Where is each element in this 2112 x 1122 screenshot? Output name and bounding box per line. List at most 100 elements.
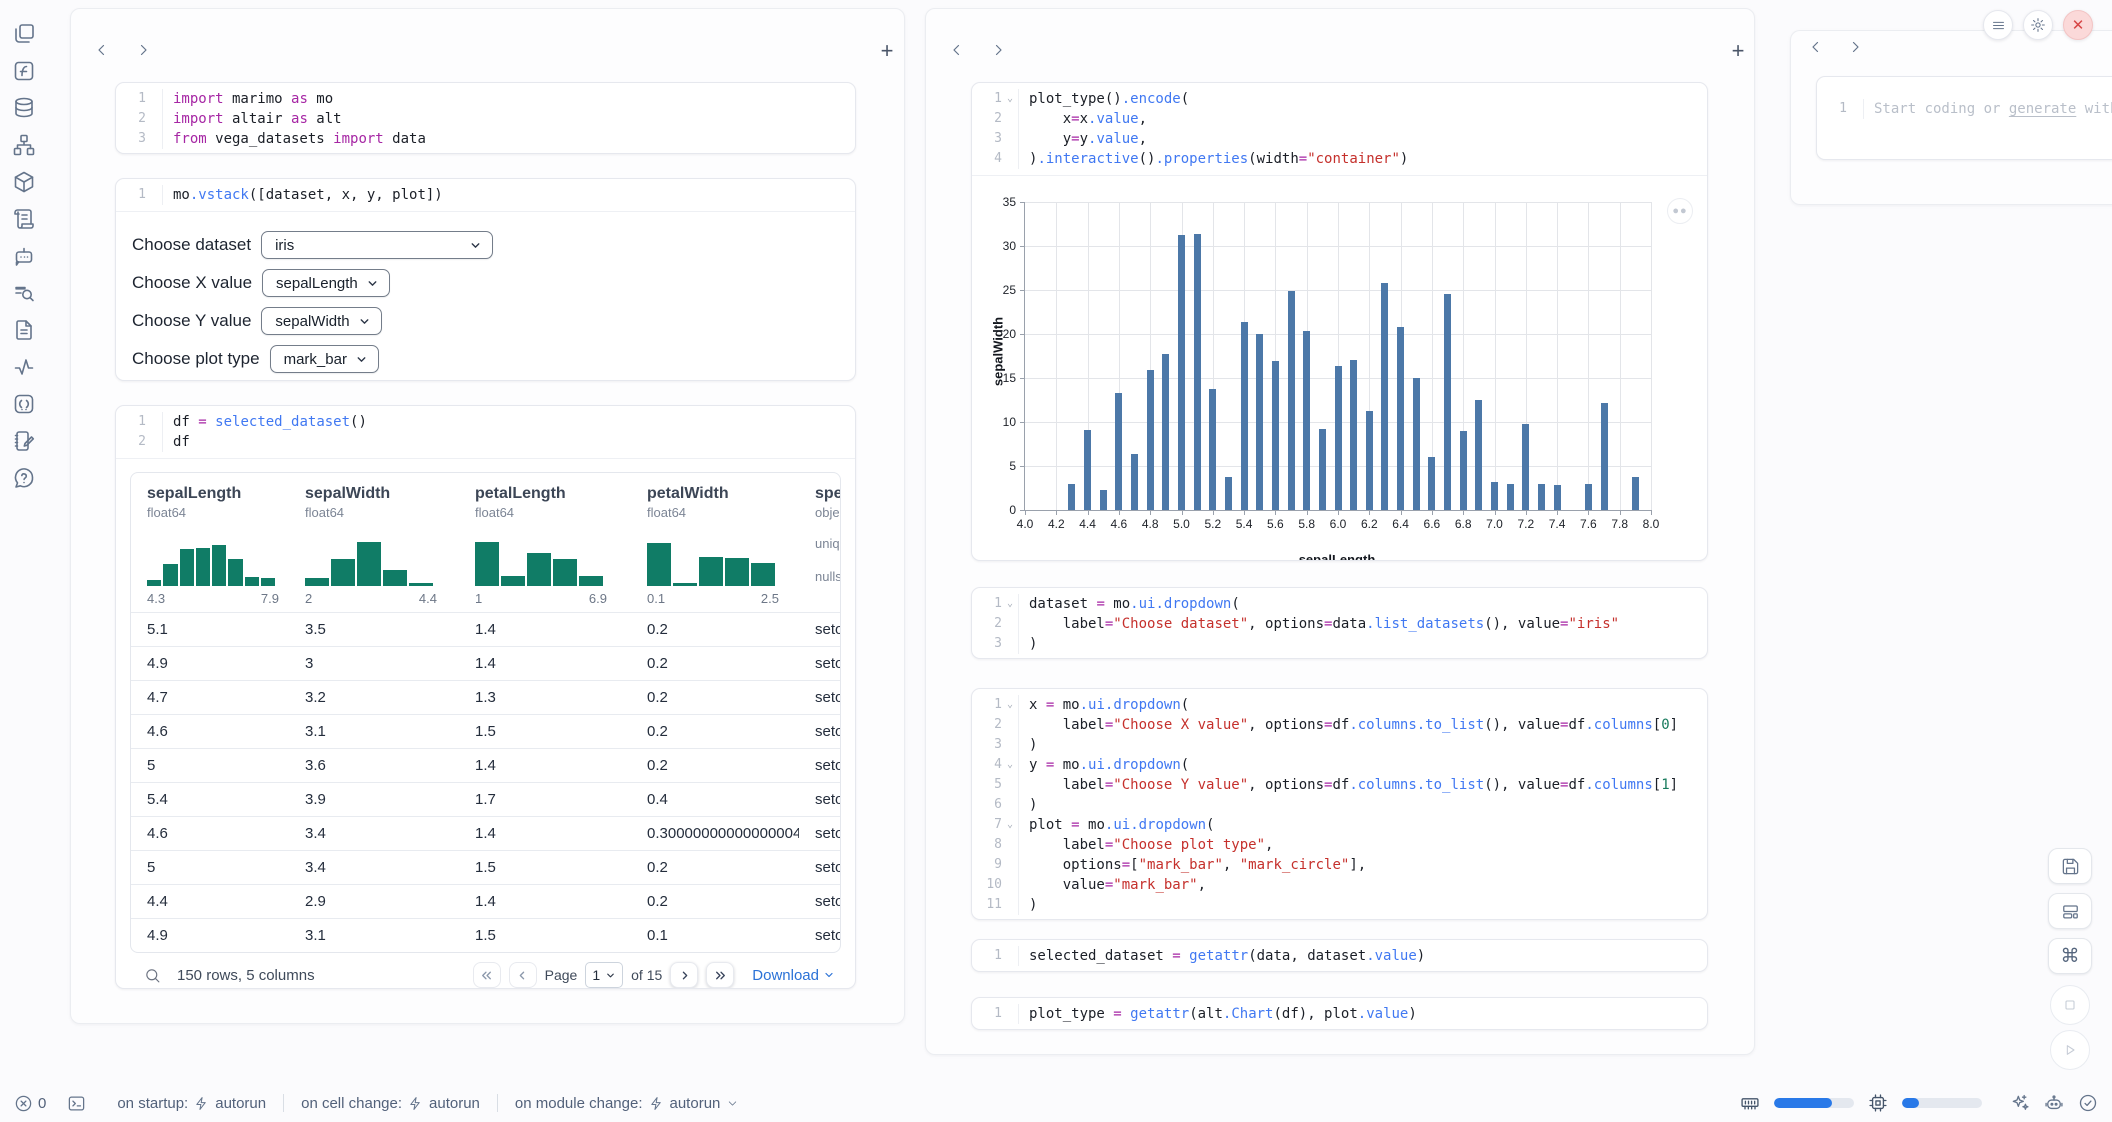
scratchpad-icon[interactable] <box>12 429 36 453</box>
documentation-icon[interactable] <box>12 207 36 231</box>
chart-bar[interactable] <box>1162 354 1169 510</box>
x-value-select[interactable]: sepalLength <box>262 269 390 297</box>
table-row[interactable]: 4.42.91.40.2setos <box>131 884 840 918</box>
chart-bar[interactable] <box>1288 291 1295 510</box>
y-value-select[interactable]: sepalWidth <box>261 307 381 335</box>
on-cell-change-setting[interactable]: on cell change: autorun <box>293 1095 488 1112</box>
chart-bar[interactable] <box>1460 431 1467 510</box>
code-line[interactable]: 8 label="Choose plot type", <box>972 835 1707 855</box>
chart-bar[interactable] <box>1241 322 1248 510</box>
plot-type-select[interactable]: mark_bar <box>270 345 379 373</box>
chart-bar[interactable] <box>1554 485 1561 510</box>
code-line[interactable]: 7⌄plot = mo.ui.dropdown( <box>972 815 1707 835</box>
col3-scroll-left-button[interactable] <box>1805 36 1827 58</box>
chart-bar[interactable] <box>1522 424 1529 510</box>
chart-bar[interactable] <box>1350 360 1357 510</box>
chart-bar[interactable] <box>1538 484 1545 510</box>
code-line[interactable]: 3) <box>972 735 1707 755</box>
chart-bar[interactable] <box>1147 370 1154 510</box>
help-icon[interactable] <box>12 466 36 490</box>
chart-bar[interactable] <box>1381 283 1388 510</box>
chart-bar[interactable] <box>1100 490 1107 510</box>
dataframe-code[interactable]: 1df = selected_dataset()2df <box>116 406 855 459</box>
chart-bar[interactable] <box>1428 457 1435 510</box>
save-button[interactable] <box>2048 848 2092 884</box>
table-column-header[interactable]: speciobjecuniqunulls: <box>799 473 840 612</box>
code-line[interactable]: 1import marimo as mo <box>116 89 855 109</box>
column-histogram[interactable] <box>305 534 433 586</box>
first-page-button[interactable] <box>473 962 501 988</box>
code-line[interactable]: 11) <box>972 895 1707 915</box>
chart-bar[interactable] <box>1272 361 1279 510</box>
code-line[interactable]: 3) <box>972 634 1707 654</box>
col2-scroll-left-button[interactable] <box>946 39 968 61</box>
fold-toggle-icon[interactable]: ⌄ <box>1002 695 1018 715</box>
plot-type-code[interactable]: 1plot_type = getattr(alt.Chart(df), plot… <box>972 998 1707 1030</box>
chart-bar[interactable] <box>1444 294 1451 510</box>
terminal-button[interactable] <box>67 1094 86 1113</box>
chart-bar[interactable] <box>1303 331 1310 510</box>
plot-type-cell[interactable]: 1plot_type = getattr(alt.Chart(df), plot… <box>971 997 1708 1030</box>
helper-functions-icon[interactable] <box>12 59 36 83</box>
chart-bar[interactable] <box>1256 334 1263 510</box>
run-all-button[interactable] <box>2050 1030 2090 1070</box>
fold-toggle-icon[interactable]: ⌄ <box>1002 815 1018 835</box>
code-line[interactable]: 2 label="Choose dataset", options=data.l… <box>972 614 1707 634</box>
code-line[interactable]: 4⌄y = mo.ui.dropdown( <box>972 755 1707 775</box>
table-column-header[interactable]: petalLengthfloat6416.9 <box>459 473 631 612</box>
logs-icon[interactable] <box>12 281 36 305</box>
chart-code[interactable]: 1⌄plot_type().encode(2 x=x.value,3 y=y.v… <box>972 83 1707 176</box>
selected-dataset-cell[interactable]: 1selected_dataset = getattr(data, datase… <box>971 939 1708 972</box>
chart-options-button[interactable]: ●● <box>1667 198 1693 224</box>
settings-button[interactable] <box>2023 10 2053 40</box>
table-row[interactable]: 4.73.21.30.2setos <box>131 680 840 714</box>
selected-dataset-code[interactable]: 1selected_dataset = getattr(data, datase… <box>972 940 1707 972</box>
code-line[interactable]: 1⌄x = mo.ui.dropdown( <box>972 695 1707 715</box>
column-histogram[interactable] <box>647 534 775 586</box>
chart-bar[interactable] <box>1601 403 1608 510</box>
chart-bar[interactable] <box>1335 366 1342 510</box>
table-column-header[interactable]: sepalLengthfloat644.37.9 <box>131 473 289 612</box>
chart-bar[interactable] <box>1178 235 1185 510</box>
command-palette-button[interactable]: ⌘ <box>2048 938 2092 974</box>
chart-bar[interactable] <box>1319 429 1326 510</box>
empty-code-cell[interactable]: 1 Start coding or generate with <box>1816 76 2112 160</box>
chart-cell[interactable]: 1⌄plot_type().encode(2 x=x.value,3 y=y.v… <box>971 82 1708 561</box>
chart-bar[interactable] <box>1084 430 1091 510</box>
snippets-icon[interactable] <box>12 318 36 342</box>
generate-link[interactable]: generate <box>2009 101 2076 117</box>
xy-plot-dropdown-code[interactable]: 1⌄x = mo.ui.dropdown(2 label="Choose X v… <box>972 689 1707 920</box>
table-row[interactable]: 4.63.41.40.30000000000000004setos <box>131 816 840 850</box>
chart-bar[interactable] <box>1491 482 1498 510</box>
dataset-dropdown-cell[interactable]: 1⌄dataset = mo.ui.dropdown(2 label="Choo… <box>971 587 1708 659</box>
table-row[interactable]: 4.63.11.50.2setos <box>131 714 840 748</box>
file-tree-icon[interactable] <box>12 22 36 46</box>
col1-add-cell-button[interactable]: + <box>875 39 899 63</box>
outputs-icon[interactable] <box>12 392 36 416</box>
col3-scroll-right-button[interactable] <box>1844 36 1866 58</box>
packages-icon[interactable] <box>12 170 36 194</box>
table-row[interactable]: 53.61.40.2setos <box>131 748 840 782</box>
dataset-dropdown-code[interactable]: 1⌄dataset = mo.ui.dropdown(2 label="Choo… <box>972 588 1707 659</box>
last-page-button[interactable] <box>706 962 734 988</box>
search-icon[interactable] <box>144 967 161 984</box>
next-page-button[interactable] <box>670 962 698 988</box>
fold-toggle-icon[interactable]: ⌄ <box>1002 594 1018 614</box>
on-startup-setting[interactable]: on startup: autorun <box>109 1095 274 1112</box>
menu-button[interactable] <box>1983 10 2013 40</box>
prev-page-button[interactable] <box>509 962 537 988</box>
dataframe-cell[interactable]: 1df = selected_dataset()2df sepalLengthf… <box>115 405 856 989</box>
code-line[interactable]: 3 y=y.value, <box>972 129 1707 149</box>
fold-toggle-icon[interactable]: ⌄ <box>1002 755 1018 775</box>
fold-toggle-icon[interactable]: ⌄ <box>1002 89 1018 109</box>
code-line[interactable]: 9 options=["mark_bar", "mark_circle"], <box>972 855 1707 875</box>
code-line[interactable]: 3from vega_datasets import data <box>116 129 855 149</box>
chart-bar[interactable] <box>1115 393 1122 510</box>
code-line[interactable]: 2import altair as alt <box>116 109 855 129</box>
code-line[interactable]: 1df = selected_dataset() <box>116 412 855 432</box>
error-indicator[interactable]: 0 <box>14 1094 46 1113</box>
dependency-graph-icon[interactable] <box>12 133 36 157</box>
col1-scroll-left-button[interactable] <box>91 39 113 61</box>
chart-bar[interactable] <box>1366 411 1373 510</box>
col2-scroll-right-button[interactable] <box>987 39 1009 61</box>
